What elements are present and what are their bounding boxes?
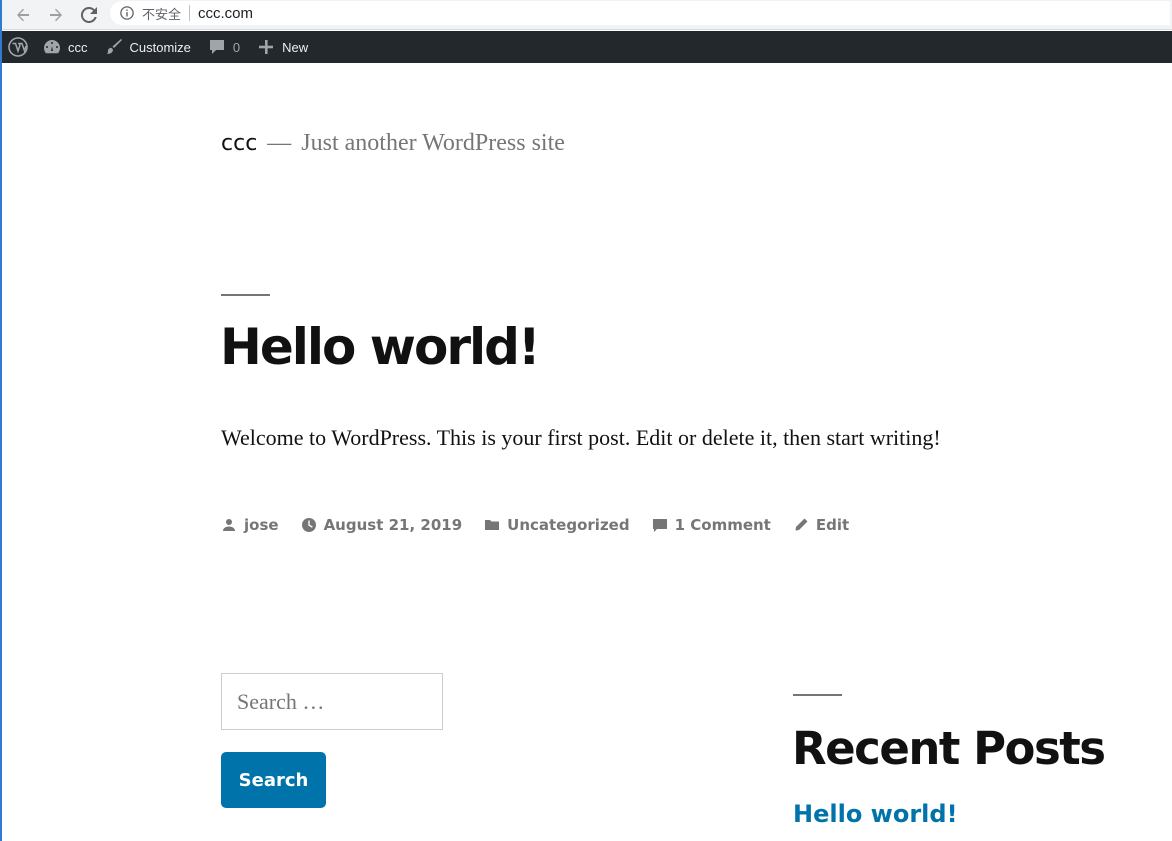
- reload-button[interactable]: [77, 3, 101, 27]
- comments-count: 0: [232, 39, 241, 55]
- site-title[interactable]: ccc: [221, 131, 257, 156]
- site-name-label: ccc: [68, 39, 88, 55]
- author-link[interactable]: jose: [244, 516, 279, 534]
- wp-admin-bar: ccc Customize 0 New: [2, 31, 1172, 63]
- title-dash: —: [267, 130, 292, 156]
- customize-menu[interactable]: Customize: [96, 31, 199, 63]
- site-tagline: Just another WordPress site: [301, 130, 565, 156]
- post-title[interactable]: Hello world!: [220, 318, 541, 376]
- entry-title-divider: [221, 294, 270, 296]
- new-content-menu[interactable]: New: [248, 31, 316, 63]
- clock-icon: [301, 518, 316, 532]
- comments-link[interactable]: 1 Comment: [675, 516, 771, 534]
- post-content: Welcome to WordPress. This is your first…: [221, 425, 941, 450]
- site-name-menu[interactable]: ccc: [34, 31, 96, 63]
- url-text[interactable]: ccc.com: [198, 5, 253, 22]
- post-date: August 21, 2019: [301, 516, 463, 534]
- comment-icon: [652, 519, 667, 532]
- date-link[interactable]: August 21, 2019: [324, 516, 463, 534]
- widget-title-divider: [793, 694, 842, 696]
- pencil-icon: [795, 518, 808, 531]
- reload-icon: [81, 7, 97, 23]
- plus-icon: [259, 40, 274, 54]
- post-category: Uncategorized: [484, 516, 630, 534]
- arrow-left-icon: [17, 8, 29, 22]
- comments-menu[interactable]: 0: [199, 31, 248, 63]
- site-branding: ccc — Just another WordPress site: [221, 130, 565, 157]
- forward-button[interactable]: [44, 3, 68, 27]
- post-edit: Edit: [793, 516, 849, 534]
- new-label: New: [282, 39, 309, 55]
- paintbrush-icon: [106, 39, 122, 54]
- dashboard-icon: [44, 40, 60, 54]
- wordpress-logo-icon: [8, 37, 28, 57]
- arrow-right-icon: [50, 8, 62, 22]
- omnibox-divider: [189, 5, 191, 21]
- person-icon: [223, 519, 235, 531]
- recent-posts-title: Recent Posts: [792, 722, 1106, 775]
- info-icon[interactable]: [120, 6, 134, 20]
- address-bar[interactable]: 不安全 ccc.com: [110, 1, 1170, 25]
- edit-link[interactable]: Edit: [816, 516, 849, 534]
- post-author: jose: [221, 516, 279, 534]
- folder-icon: [485, 520, 500, 530]
- recent-post-link[interactable]: Hello world!: [793, 800, 958, 828]
- wp-logo-menu[interactable]: [2, 31, 34, 63]
- back-button[interactable]: [11, 3, 35, 27]
- comment-icon: [209, 40, 224, 54]
- search-button[interactable]: Search: [221, 752, 326, 808]
- search-input[interactable]: [221, 673, 443, 730]
- category-link[interactable]: Uncategorized: [507, 516, 629, 534]
- site-description: — Just another WordPress site: [267, 130, 565, 157]
- customize-label: Customize: [129, 39, 191, 55]
- security-label: 不安全: [142, 7, 182, 23]
- post-meta: jose August 21, 2019 Uncategorized 1 Com…: [221, 516, 871, 534]
- post-comments: 1 Comment: [652, 516, 771, 534]
- browser-toolbar: 不安全 ccc.com: [2, 0, 1172, 30]
